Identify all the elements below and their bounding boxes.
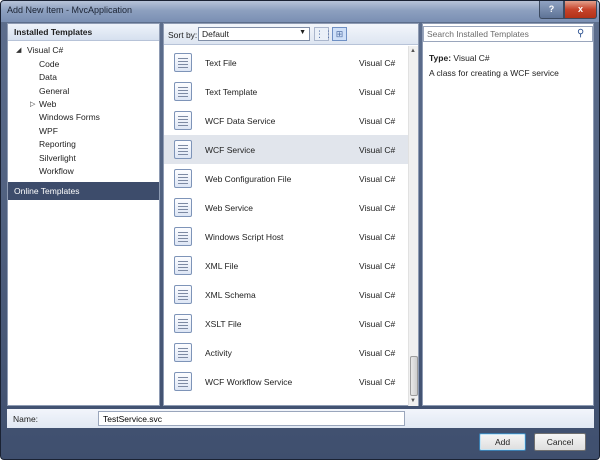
template-language: Visual C# — [359, 261, 396, 271]
template-name: WCF Data Service — [205, 116, 276, 126]
template-language: Visual C# — [359, 87, 396, 97]
template-language: Visual C# — [359, 58, 396, 68]
template-row[interactable]: XML File Visual C# — [164, 251, 408, 280]
type-value: Visual C# — [453, 53, 490, 63]
name-bar: Name: — [7, 409, 594, 428]
tree-item-reporting[interactable]: Reporting — [39, 139, 76, 149]
scroll-down-arrow-icon[interactable]: ▼ — [410, 398, 416, 404]
template-list: Text File Visual C# Text Template Visual… — [164, 46, 408, 406]
template-name: Text File — [205, 58, 237, 68]
tree-item-windows-forms[interactable]: Windows Forms — [39, 112, 100, 122]
windows-script-host-icon — [174, 227, 192, 246]
web-service-icon — [174, 198, 192, 217]
template-categories-pane: Installed Templates ◢ Visual C# Code Dat… — [7, 23, 160, 406]
template-row[interactable]: WCF Data Service Visual C# — [164, 106, 408, 135]
wcf-data-service-icon — [174, 111, 192, 130]
template-language: Visual C# — [359, 348, 396, 358]
template-row[interactable]: Activity Visual C# — [164, 338, 408, 367]
template-name: Text Template — [205, 87, 258, 97]
template-language: Visual C# — [359, 377, 396, 387]
template-toolbar: Sort by: Default ▼ ⋮⋮ ⊞ — [164, 24, 418, 45]
template-name: Windows Script Host — [205, 232, 284, 242]
tree-item-visual-csharp[interactable]: Visual C# — [27, 45, 63, 55]
wcf-workflow-service-icon — [174, 372, 192, 391]
add-new-item-dialog: Add New Item - MvcApplication ? x Instal… — [0, 0, 600, 460]
collapsed-triangle-icon[interactable]: ▷ — [30, 100, 35, 108]
text-template-icon — [174, 82, 192, 101]
online-templates-header[interactable]: Online Templates — [8, 182, 159, 200]
tree-item-silverlight[interactable]: Silverlight — [39, 153, 76, 163]
chevron-down-icon: ▼ — [299, 29, 306, 36]
template-row[interactable]: Web Service Visual C# — [164, 193, 408, 222]
template-name: WCF Service — [205, 145, 256, 155]
template-language: Visual C# — [359, 145, 396, 155]
search-icon[interactable]: ⚲ — [577, 28, 589, 40]
template-language: Visual C# — [359, 232, 396, 242]
sort-by-label: Sort by: — [168, 30, 198, 40]
template-row[interactable]: Web Configuration File Visual C# — [164, 164, 408, 193]
medium-icons-view-button[interactable]: ⊞ — [332, 27, 347, 41]
name-field[interactable] — [98, 411, 405, 426]
sort-by-dropdown[interactable]: Default ▼ — [198, 27, 310, 41]
scroll-up-arrow-icon[interactable]: ▲ — [410, 48, 416, 54]
left-pane-empty-area — [8, 200, 159, 405]
template-name: Web Configuration File — [205, 174, 292, 184]
installed-templates-header[interactable]: Installed Templates — [8, 24, 159, 41]
template-language: Visual C# — [359, 319, 396, 329]
template-name: XML File — [205, 261, 239, 271]
sort-by-value: Default — [202, 29, 229, 39]
text-file-icon — [174, 53, 192, 72]
template-name: XSLT File — [205, 319, 242, 329]
template-language: Visual C# — [359, 290, 396, 300]
template-description: A class for creating a WCF service — [429, 68, 559, 78]
tree-item-general[interactable]: General — [39, 86, 69, 96]
template-name: Activity — [205, 348, 232, 358]
tree-item-web[interactable]: Web — [39, 99, 56, 109]
xml-file-icon — [174, 256, 192, 275]
tree-item-workflow[interactable]: Workflow — [39, 166, 74, 176]
template-details-pane: ⚲ Type: Visual C# A class for creating a… — [422, 23, 594, 406]
help-button[interactable]: ? — [539, 1, 564, 19]
search-box[interactable]: ⚲ — [423, 26, 593, 42]
tree-item-data[interactable]: Data — [39, 72, 57, 82]
template-row[interactable]: WCF Workflow Service Visual C# — [164, 367, 408, 396]
xml-schema-icon — [174, 285, 192, 304]
template-list-scrollbar[interactable]: ▲ ▼ — [408, 46, 418, 406]
title-bar[interactable]: Add New Item - MvcApplication ? x — [1, 1, 599, 22]
add-button[interactable]: Add — [479, 433, 526, 451]
template-name: WCF Workflow Service — [205, 377, 293, 387]
template-row[interactable]: XML Schema Visual C# — [164, 280, 408, 309]
template-language: Visual C# — [359, 174, 396, 184]
type-label: Type: — [429, 53, 452, 63]
template-row[interactable]: Windows Script Host Visual C# — [164, 222, 408, 251]
window-title: Add New Item - MvcApplication — [7, 5, 133, 15]
template-name: Web Service — [205, 203, 254, 213]
template-language: Visual C# — [359, 203, 396, 213]
search-input[interactable] — [424, 27, 574, 41]
xslt-file-icon — [174, 314, 192, 333]
activity-icon — [174, 343, 192, 362]
tree-item-code[interactable]: Code — [39, 59, 59, 69]
expanded-triangle-icon[interactable]: ◢ — [16, 46, 21, 54]
cancel-button[interactable]: Cancel — [534, 433, 586, 451]
template-row[interactable]: XSLT File Visual C# — [164, 309, 408, 338]
template-name: XML Schema — [205, 290, 256, 300]
name-label: Name: — [13, 414, 39, 424]
scrollbar-thumb[interactable] — [410, 356, 418, 396]
small-icons-view-button[interactable]: ⋮⋮ — [314, 27, 333, 41]
web-configuration-file-icon — [174, 169, 192, 188]
template-language: Visual C# — [359, 116, 396, 126]
template-type-row: Type: Visual C# — [429, 53, 490, 63]
close-button[interactable]: x — [564, 1, 597, 19]
template-row[interactable]: Text File Visual C# — [164, 48, 408, 77]
wcf-service-icon — [174, 140, 192, 159]
template-row-selected[interactable]: WCF Service Visual C# — [164, 135, 408, 164]
template-row[interactable]: Text Template Visual C# — [164, 77, 408, 106]
template-list-pane: Sort by: Default ▼ ⋮⋮ ⊞ Text File Visual… — [163, 23, 419, 406]
tree-item-wpf[interactable]: WPF — [39, 126, 58, 136]
